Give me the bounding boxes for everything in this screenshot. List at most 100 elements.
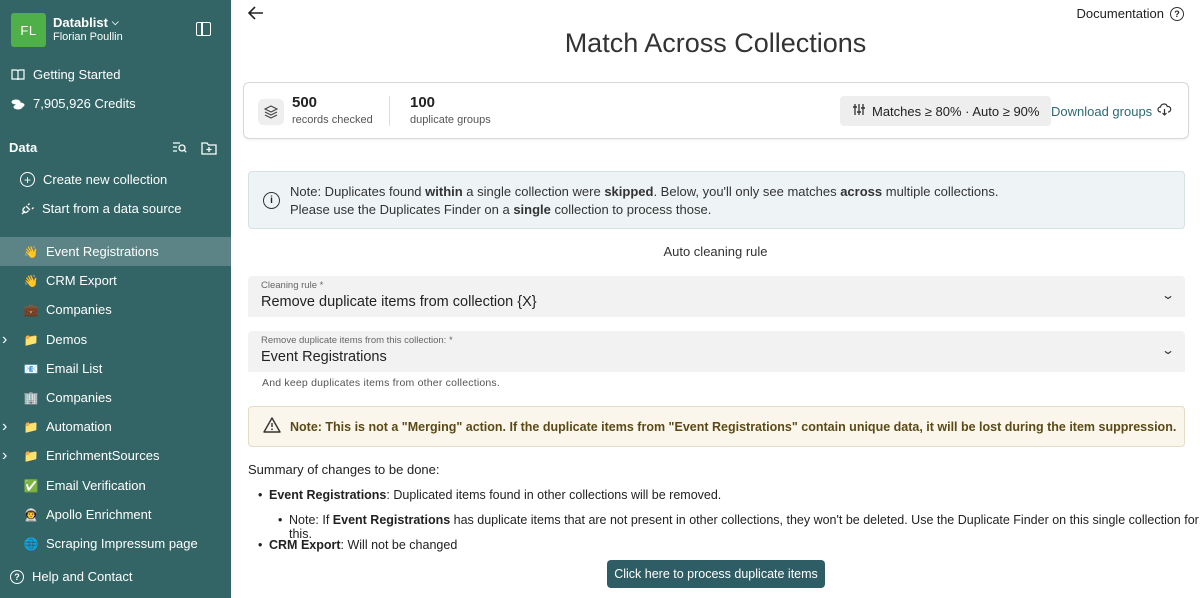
documentation-link[interactable]: Documentation ? <box>1077 6 1184 21</box>
warning-text: Note: This is not a "Merging" action. If… <box>290 420 1177 434</box>
info-emphasis: single <box>513 202 551 217</box>
collection-emoji-icon: 📁 <box>23 448 39 463</box>
info-text: collection to process those. <box>550 202 712 217</box>
sidebar-collection-item[interactable]: 🏢 Companies <box>0 383 231 412</box>
records-checked-stat: 500 records checked <box>292 94 373 126</box>
sidebar-collection-item[interactable]: › 📁 Automation <box>0 412 231 441</box>
sidebar-item-getting-started[interactable]: Getting Started <box>0 60 231 89</box>
cloud-download-icon <box>1157 103 1172 119</box>
sidebar-collection-label: Email List <box>46 361 103 376</box>
summary-heading: Summary of changes to be done: <box>248 462 440 477</box>
page-title: Match Across Collections <box>564 28 867 58</box>
records-checked-label: records checked <box>292 114 373 126</box>
help-and-contact-link[interactable]: ? Help and Contact <box>0 562 231 591</box>
collection-emoji-icon: 🌐 <box>23 536 39 551</box>
summary-collection-name: Event Registrations <box>269 488 387 502</box>
info-note: i Note: Duplicates found within a single… <box>248 171 1185 229</box>
info-text: Note: Duplicates found <box>290 184 426 199</box>
info-emphasis: across <box>840 184 883 199</box>
summary-note-text: Note: If <box>289 513 333 527</box>
collection-emoji-icon: 💼 <box>23 302 39 317</box>
chevron-right-icon[interactable]: › <box>2 418 16 434</box>
download-groups-label: Download groups <box>1051 103 1153 119</box>
records-checked-value: 500 <box>292 94 318 111</box>
layers-icon <box>258 99 284 125</box>
start-from-data-source-button[interactable]: Start from a data source <box>0 194 231 223</box>
target-collection-value: Event Registrations <box>261 349 387 365</box>
target-collection-label: Remove duplicate items from this collect… <box>261 335 453 346</box>
chevron-right-icon[interactable]: › <box>2 447 16 463</box>
sidebar-collection-item[interactable]: 👋 CRM Export <box>0 266 231 295</box>
summary-item-text: : Will not be changed <box>340 538 458 552</box>
book-icon <box>11 68 25 82</box>
sidebar-collapse-icon[interactable] <box>196 22 211 36</box>
summary-collection-name: Event Registrations <box>332 513 451 527</box>
sidebar-collection-item[interactable]: ✅ Email Verification <box>0 471 231 500</box>
sidebar-collection-item[interactable]: 💼 Companies <box>0 295 231 324</box>
sidebar-collection-label: Apollo Enrichment <box>46 507 152 522</box>
cleaning-rule-select[interactable]: Cleaning rule * Remove duplicate items f… <box>248 276 1185 317</box>
info-text: a single collection were <box>462 184 605 199</box>
sidebar-item-credits[interactable]: 7,905,926 Credits <box>0 89 231 118</box>
target-collection-helper: And keep duplicates items from other col… <box>262 377 500 389</box>
download-groups-button[interactable]: Download groups <box>1051 103 1172 119</box>
chevron-right-icon[interactable]: › <box>2 331 16 347</box>
help-icon: ? <box>10 569 24 584</box>
sidebar-collection-label: Automation <box>46 419 112 434</box>
sidebar-item-label: Create new collection <box>43 172 168 187</box>
duplicate-groups-label: duplicate groups <box>410 114 491 126</box>
search-collections-icon[interactable] <box>171 140 187 155</box>
sidebar-collection-label: CRM Export <box>46 273 117 288</box>
sidebar-collection-label: Scraping Impressum page <box>46 536 198 551</box>
sidebar-item-label: 7,905,926 Credits <box>33 96 136 111</box>
sidebar-collection-item[interactable]: 👋 Event Registrations <box>0 237 231 266</box>
create-collection-button[interactable]: + Create new collection <box>0 165 231 194</box>
sidebar-collection-item[interactable]: 👨‍🚀 Apollo Enrichment <box>0 500 231 529</box>
back-arrow-icon[interactable] <box>247 4 264 25</box>
sidebar: FL Datablist ⌵ Florian Poullin Getting St… <box>0 0 231 598</box>
plus-circle-icon: + <box>20 172 35 187</box>
warning-icon <box>263 417 281 438</box>
process-duplicates-button[interactable]: Click here to process duplicate items <box>607 560 825 588</box>
workspace-switcher[interactable]: FL Datablist ⌵ Florian Poullin <box>11 13 123 47</box>
sidebar-collection-label: Companies <box>46 302 112 317</box>
summary-item-text: : Duplicated items found in other collec… <box>386 488 722 502</box>
collection-emoji-icon: 🏢 <box>23 390 39 405</box>
sliders-icon <box>852 103 866 119</box>
main-content: Documentation ? Match Across Collections… <box>231 0 1200 598</box>
target-collection-select[interactable]: Remove duplicate items from this collect… <box>248 331 1185 372</box>
match-threshold-button[interactable]: Matches ≥ 80% · Auto ≥ 90% <box>840 96 1052 126</box>
summary-collection-name: CRM Export <box>269 538 341 552</box>
sidebar-collection-item[interactable]: › 📁 Demos <box>0 325 231 354</box>
sidebar-collection-label: Email Verification <box>46 478 146 493</box>
auto-cleaning-rule-heading: Auto cleaning rule <box>663 244 768 259</box>
duplicate-groups-stat: 100 duplicate groups <box>410 94 491 126</box>
chevron-down-icon: ⌄ <box>1160 343 1176 357</box>
sidebar-collection-label: Event Registrations <box>46 244 159 259</box>
workspace-avatar: FL <box>11 13 46 47</box>
collection-emoji-icon: 📁 <box>23 332 39 347</box>
info-text: Please use the Duplicates Finder on a <box>290 202 514 217</box>
info-text: multiple collections. <box>882 184 999 199</box>
sidebar-collection-item[interactable]: 📧 Email List <box>0 354 231 383</box>
workspace-name: Datablist <box>53 15 108 30</box>
merging-warning: Note: This is not a "Merging" action. If… <box>248 406 1185 447</box>
summary-item-event-registrations: Event Registrations: Duplicated items fo… <box>258 488 722 502</box>
duplicate-groups-value: 100 <box>410 94 436 111</box>
sidebar-item-label: Start from a data source <box>42 201 182 216</box>
sidebar-collection-label: EnrichmentSources <box>46 448 160 463</box>
collection-emoji-icon: 📧 <box>23 361 39 376</box>
cleaning-rule-label: Cleaning rule * <box>261 280 324 291</box>
sidebar-item-label: Getting Started <box>33 67 121 82</box>
collection-emoji-icon: 👨‍🚀 <box>23 507 39 522</box>
help-circle-icon: ? <box>1170 6 1184 21</box>
sidebar-collection-label: Companies <box>46 390 112 405</box>
collection-emoji-icon: 📁 <box>23 419 39 434</box>
sidebar-collection-item[interactable]: › 📁 EnrichmentSources <box>0 441 231 470</box>
data-section-heading: Data <box>9 140 38 155</box>
stat-divider <box>389 96 390 126</box>
collection-emoji-icon: 👋 <box>23 273 39 288</box>
documentation-label: Documentation <box>1076 6 1164 21</box>
new-folder-icon[interactable] <box>201 140 217 155</box>
sidebar-collection-item[interactable]: 🌐 Scraping Impressum page <box>0 529 231 558</box>
